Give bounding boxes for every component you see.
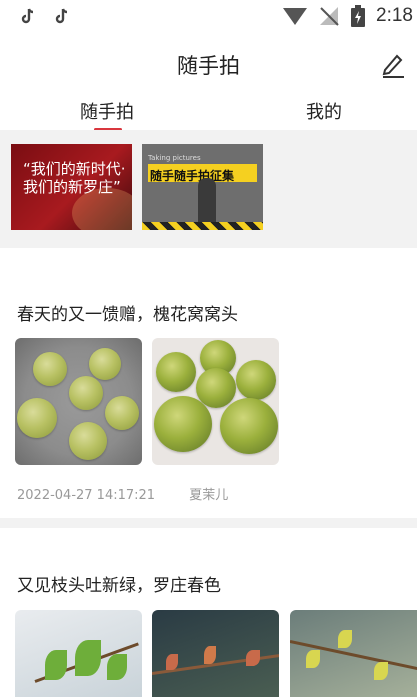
banner-card[interactable]: Taking pictures 随手随手拍征集 bbox=[142, 144, 263, 230]
banner-strip: “我们的新时代·我们的新罗庄” Taking pictures 随手随手拍征集 bbox=[0, 130, 417, 238]
post-photo[interactable] bbox=[15, 338, 142, 465]
banner-text: 随手随手拍征集 bbox=[150, 169, 235, 183]
top-bar: 随手拍 bbox=[0, 40, 417, 92]
post-timestamp: 2022-04-27 14:17:21 bbox=[17, 488, 156, 503]
food-item bbox=[154, 396, 212, 452]
banner-text: “我们的新时代·我们的新罗庄” bbox=[23, 160, 126, 196]
food-item bbox=[236, 360, 276, 400]
section-divider bbox=[0, 238, 417, 248]
food-item bbox=[220, 398, 278, 454]
leaf bbox=[107, 654, 127, 680]
status-bar: 2:18 bbox=[0, 0, 417, 34]
post-photo[interactable] bbox=[152, 610, 279, 697]
leaf bbox=[306, 650, 320, 668]
post-title[interactable]: 又见枝头吐新绿，罗庄春色 bbox=[17, 571, 221, 596]
leaf bbox=[338, 630, 352, 648]
tiktok-icon bbox=[21, 8, 34, 24]
post-author[interactable]: 夏茉儿 bbox=[189, 488, 228, 503]
tab-snapshot[interactable]: 随手拍 bbox=[80, 98, 134, 124]
post-title[interactable]: 春天的又一馈赠，槐花窝窝头 bbox=[17, 300, 238, 325]
food-item bbox=[33, 352, 67, 386]
food-item bbox=[156, 352, 196, 392]
food-item bbox=[69, 376, 103, 410]
signal-icon bbox=[320, 7, 339, 26]
leaf bbox=[45, 650, 67, 680]
leaf bbox=[166, 654, 178, 670]
food-item bbox=[89, 348, 121, 380]
post-photo[interactable] bbox=[15, 610, 142, 697]
banner-card[interactable]: “我们的新时代·我们的新罗庄” bbox=[11, 144, 132, 230]
banner-subtitle: Taking pictures bbox=[148, 154, 201, 162]
tab-mine[interactable]: 我的 bbox=[306, 98, 342, 124]
food-item bbox=[69, 422, 107, 460]
leaf bbox=[246, 650, 260, 666]
post-photo[interactable] bbox=[290, 610, 417, 697]
leaf bbox=[374, 662, 388, 680]
page-title: 随手拍 bbox=[177, 54, 240, 78]
section-divider bbox=[0, 518, 417, 528]
banner-stripe bbox=[142, 222, 263, 230]
edit-icon[interactable] bbox=[379, 50, 407, 78]
tiktok-icon bbox=[55, 8, 68, 24]
post-meta: 2022-04-27 14:17:21 夏茉儿 bbox=[17, 484, 228, 503]
food-item bbox=[17, 398, 57, 438]
post-photo[interactable] bbox=[152, 338, 279, 465]
status-time: 2:18 bbox=[376, 5, 413, 26]
food-item bbox=[105, 396, 139, 430]
battery-charging-icon bbox=[351, 5, 366, 27]
leaf bbox=[204, 646, 216, 664]
leaf bbox=[75, 640, 101, 676]
wifi-icon bbox=[283, 8, 308, 25]
